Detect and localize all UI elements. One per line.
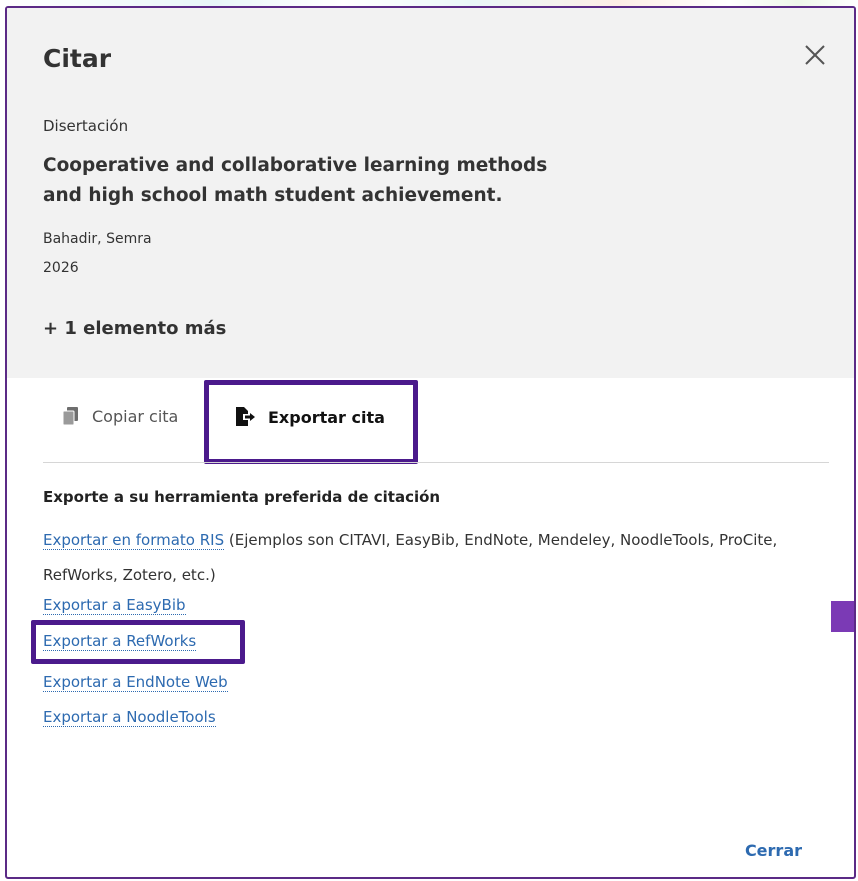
export-noodletools-link[interactable]: Exportar a NoodleTools	[43, 708, 216, 727]
close-icon	[805, 45, 825, 65]
export-ris-link[interactable]: Exportar en formato RIS	[43, 531, 225, 550]
screen: Citar Disertación Cooperative and collab…	[0, 0, 858, 881]
document-year: 2026	[43, 260, 79, 276]
document-title-line-1: Cooperative and collaborative learning m…	[43, 155, 548, 176]
tab-divider	[43, 462, 829, 463]
tab-copy-label: Copiar cita	[92, 406, 179, 426]
close-button[interactable]	[798, 38, 832, 72]
more-items-toggle[interactable]: + 1 elemento más	[43, 318, 226, 339]
document-author: Bahadir, Semra	[43, 231, 152, 247]
tab-copy-citation[interactable]: Copiar cita	[62, 406, 178, 426]
endnote-row: Exportar a EndNote Web	[43, 673, 228, 692]
cite-dialog: Citar Disertación Cooperative and collab…	[5, 6, 856, 879]
document-title-line-2: and high school math student achievement…	[43, 185, 503, 206]
export-tab-highlight	[204, 380, 418, 464]
side-marker	[831, 601, 854, 632]
dialog-header: Citar Disertación Cooperative and collab…	[7, 8, 854, 378]
document-type: Disertación	[43, 117, 129, 135]
refworks-highlight	[31, 620, 245, 664]
dialog-title: Citar	[43, 44, 112, 73]
noodletools-row: Exportar a NoodleTools	[43, 708, 216, 727]
copy-icon	[62, 407, 78, 426]
easybib-row: Exportar a EasyBib	[43, 596, 186, 615]
document-title: Cooperative and collaborative learning m…	[43, 151, 643, 211]
export-easybib-link[interactable]: Exportar a EasyBib	[43, 596, 186, 615]
ris-export-paragraph: Exportar en formato RIS (Ejemplos son CI…	[43, 523, 783, 593]
export-endnote-web-link[interactable]: Exportar a EndNote Web	[43, 673, 228, 692]
export-heading: Exporte a su herramienta preferida de ci…	[43, 488, 441, 506]
close-dialog-button[interactable]: Cerrar	[745, 841, 802, 860]
